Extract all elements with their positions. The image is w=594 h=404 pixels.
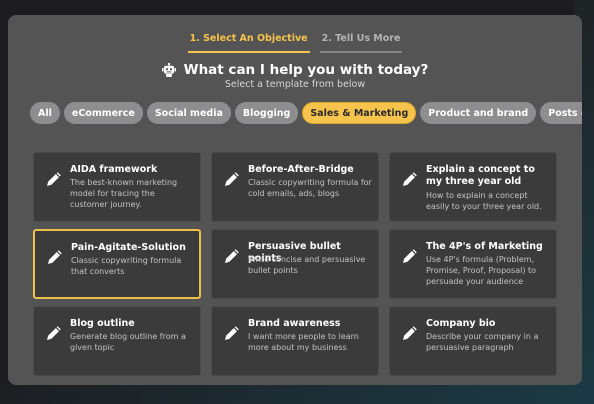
template-description: Generate blog outline from a given topic: [70, 332, 186, 352]
template-title: Blog outline: [70, 318, 135, 329]
step-select-objective[interactable]: 1. Select An Objective: [187, 29, 310, 53]
pencil-icon: [403, 172, 417, 186]
robot-icon: [161, 63, 176, 77]
pencil-icon: [225, 249, 239, 263]
template-description: Classic copywriting formula that convert…: [71, 256, 182, 276]
step-tabs: 1. Select An Objective 2. Tell Us More: [8, 29, 582, 59]
category-chip-product-brand[interactable]: Product and brand: [420, 102, 537, 124]
template-card-persuasive-bullet-points[interactable]: Persuasive bullet points Write concise a…: [211, 229, 379, 299]
template-description: Classic copywriting formula for cold ema…: [248, 178, 372, 198]
template-card-blog-outline[interactable]: Blog outline Generate blog outline from …: [33, 306, 201, 376]
category-chip-social-media[interactable]: Social media: [146, 102, 231, 124]
pencil-icon: [403, 326, 417, 340]
template-description: Write concise and persuasive bullet poin…: [248, 255, 366, 275]
template-title: The 4P's of Marketing: [426, 241, 543, 252]
pencil-icon: [47, 326, 61, 340]
template-title: AIDA framework: [70, 164, 158, 175]
template-card-explain-concept[interactable]: Explain a concept to my three year old H…: [389, 152, 557, 222]
header: What can I help you with today?: [8, 61, 582, 79]
pencil-icon: [403, 249, 417, 263]
template-title: Pain-Agitate-Solution: [71, 242, 186, 253]
step-tell-us-more[interactable]: 2. Tell Us More: [319, 29, 403, 53]
template-card-pain-agitate-solution[interactable]: Pain-Agitate-Solution Classic copywritin…: [33, 229, 201, 299]
category-chip-blogging[interactable]: Blogging: [234, 102, 299, 124]
category-chip-ecommerce[interactable]: eCommerce: [63, 102, 143, 124]
template-description: Describe your company in a persuasive pa…: [426, 332, 539, 352]
template-title: Before-After-Bridge: [248, 164, 354, 175]
category-chip-posts-stories[interactable]: Posts & Stories: [540, 102, 582, 124]
template-card-4ps-of-marketing[interactable]: The 4P's of Marketing Use 4P's formula (…: [389, 229, 557, 299]
template-card-brand-awareness[interactable]: Brand awareness I want more people to le…: [211, 306, 379, 376]
template-description: Use 4P's formula (Problem, Promise, Proo…: [426, 255, 537, 286]
background-gradient-bottom: [0, 384, 594, 404]
template-title: Company bio: [426, 318, 496, 329]
template-title: Brand awareness: [248, 318, 341, 329]
category-chip-sales-marketing[interactable]: Sales & Marketing: [302, 102, 417, 124]
pencil-icon: [225, 172, 239, 186]
category-chip-all[interactable]: All: [30, 102, 60, 124]
pencil-icon: [47, 172, 61, 186]
template-description: I want more people to learn more about m…: [248, 332, 359, 352]
template-description: The best-known marketing model for traci…: [70, 178, 178, 209]
page-subtitle: Select a template from below: [224, 79, 366, 90]
page-title: What can I help you with today?: [183, 62, 429, 78]
template-description: How to explain a concept easily to your …: [426, 191, 542, 211]
template-card-company-bio[interactable]: Company bio Describe your company in a p…: [389, 306, 557, 376]
template-card-before-after-bridge[interactable]: Before-After-Bridge Classic copywriting …: [211, 152, 379, 222]
pencil-icon: [48, 250, 62, 264]
template-picker-panel: 1. Select An Objective 2. Tell Us More W…: [8, 15, 582, 385]
template-title: Explain a concept to my three year old: [426, 164, 535, 187]
template-grid: AIDA framework The best-known marketing …: [33, 152, 559, 376]
pencil-icon: [225, 326, 239, 340]
category-filter: All eCommerce Social media Blogging Sale…: [30, 102, 582, 126]
template-card-aida-framework[interactable]: AIDA framework The best-known marketing …: [33, 152, 201, 222]
